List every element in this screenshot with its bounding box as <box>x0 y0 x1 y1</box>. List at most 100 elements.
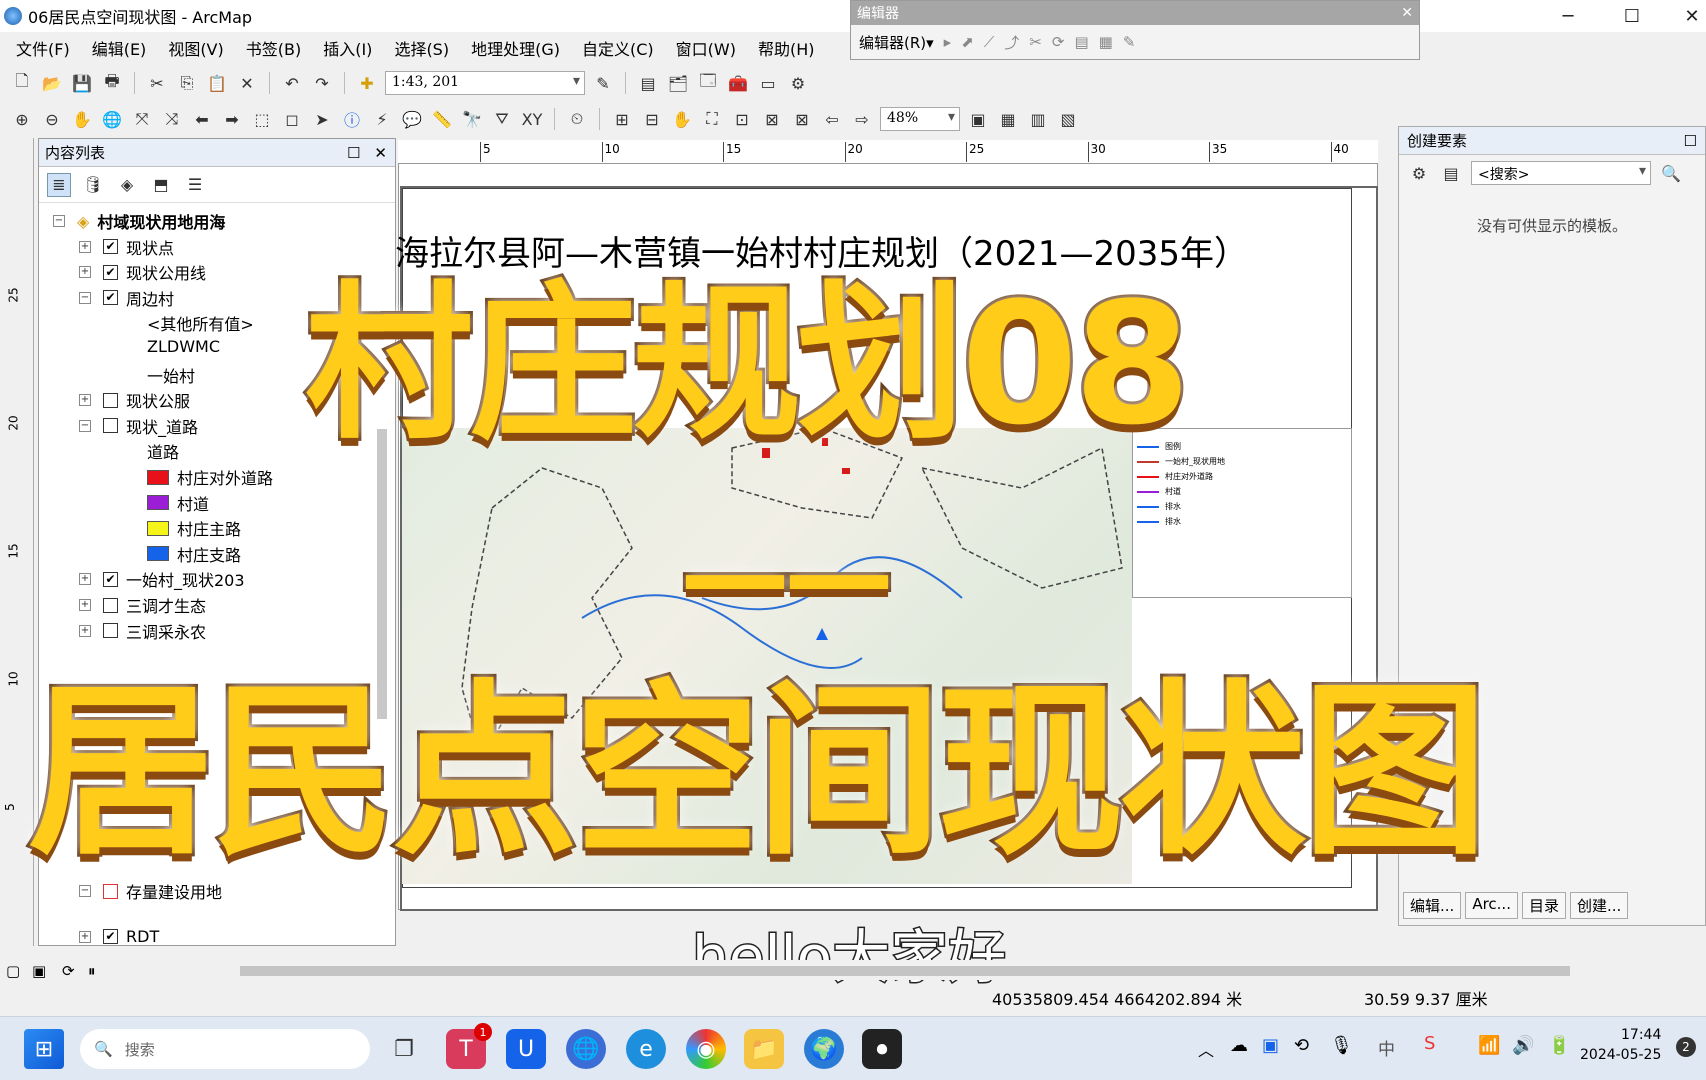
layer-item[interactable]: 村庄支路 <box>147 542 241 566</box>
html-popup-icon[interactable]: 💬 <box>400 107 424 131</box>
expand-collapse-icon[interactable]: + <box>79 599 91 611</box>
teams-icon[interactable]: T1 <box>446 1023 492 1069</box>
menu-item-0[interactable]: 文件(F) <box>16 36 70 60</box>
layer-visibility-checkbox[interactable] <box>103 418 118 434</box>
layer-item[interactable]: 村道 <box>147 491 209 515</box>
redo-icon[interactable]: ↷ <box>310 71 334 95</box>
find-icon[interactable]: 🔭 <box>460 107 484 131</box>
copy-icon[interactable]: ⎘ <box>175 71 199 95</box>
layer-visibility-checkbox[interactable] <box>103 597 118 613</box>
delete-icon[interactable]: ✕ <box>235 71 259 95</box>
layer-visibility-checkbox[interactable]: ✔ <box>103 571 118 587</box>
dock-tab[interactable]: 创建... <box>1569 892 1629 919</box>
dock-tab[interactable]: 编辑... <box>1403 892 1462 919</box>
menu-item-6[interactable]: 地理处理(G) <box>471 36 560 60</box>
edit-annotation-icon[interactable]: ⬈ <box>961 33 974 51</box>
close-icon[interactable]: ✕ <box>1401 5 1413 21</box>
forward-extent-icon[interactable]: ➡ <box>220 107 244 131</box>
layout-zoom-in-icon[interactable]: ⊞ <box>610 107 634 131</box>
close-button[interactable]: ✕ <box>1664 0 1706 32</box>
add-data-icon[interactable]: ✚ <box>355 71 379 95</box>
save-icon[interactable]: 💾 <box>70 71 94 95</box>
create-features-icon[interactable]: ✎ <box>1123 33 1136 51</box>
undo-icon[interactable]: ↶ <box>280 71 304 95</box>
attributes-icon[interactable]: ▤ <box>1074 33 1088 51</box>
zoom-whole-page-icon[interactable]: ⛶ <box>700 107 724 131</box>
change-layout-icon[interactable]: ▥ <box>1026 107 1050 131</box>
pause-drawing-icon[interactable]: ⏸ <box>88 962 96 980</box>
editor-toolbar-icon[interactable]: ✎ <box>591 71 615 95</box>
edit-tool-icon[interactable]: ▸ <box>944 33 952 51</box>
select-features-icon[interactable]: ⬚ <box>250 107 274 131</box>
layer-item[interactable]: − 现状_道路 <box>79 414 198 438</box>
measure-icon[interactable]: 📏 <box>430 107 454 131</box>
organize-templates-icon[interactable]: ⚙ <box>1407 161 1431 185</box>
file-explorer-icon[interactable]: 📁 <box>744 1029 784 1069</box>
arctoolbox-icon[interactable]: 🧰 <box>726 71 750 95</box>
split-icon[interactable]: ✂ <box>1029 33 1042 51</box>
chrome-icon[interactable]: ◉ <box>686 1029 726 1069</box>
list-by-selection-icon[interactable]: ⬒ <box>149 173 173 197</box>
sketch-properties-icon[interactable]: ▦ <box>1099 33 1113 51</box>
taskbar-search-box[interactable]: 🔍 搜索 <box>80 1029 370 1069</box>
paste-icon[interactable]: 📋 <box>205 71 229 95</box>
layer-visibility-checkbox[interactable] <box>103 392 118 408</box>
scroll-thumb[interactable] <box>240 966 1570 976</box>
layout-zoom-out-icon[interactable]: ⊟ <box>640 107 664 131</box>
layout-pan-icon[interactable]: ✋ <box>670 107 694 131</box>
battery-icon[interactable]: 🔋 <box>1548 1035 1570 1056</box>
data-view-icon[interactable]: ▢ <box>6 962 20 980</box>
layer-item[interactable]: ZLDWMC <box>147 337 220 356</box>
expand-collapse-icon[interactable]: + <box>79 240 91 253</box>
dock-tab[interactable]: Arc... <box>1465 892 1518 919</box>
menu-item-1[interactable]: 编辑(E) <box>92 36 147 60</box>
hyperlink-icon[interactable]: ⚡ <box>370 107 394 131</box>
onedrive-icon[interactable]: ☁ <box>1230 1035 1248 1056</box>
print-icon[interactable]: 🖶 <box>100 71 124 95</box>
globe-icon[interactable]: 🌐 <box>566 1029 606 1069</box>
layer-item[interactable]: − ✔ 周边村 <box>79 286 174 310</box>
layer-visibility-checkbox[interactable]: ✔ <box>103 239 118 255</box>
layer-item[interactable]: + 现状公服 <box>79 388 190 412</box>
menu-item-5[interactable]: 选择(S) <box>394 36 449 60</box>
template-view-icon[interactable]: ▤ <box>1439 161 1463 185</box>
microphone-icon[interactable]: 🎙 <box>1330 1035 1353 1056</box>
arcmap-taskbar-icon[interactable]: 🌍 <box>804 1029 844 1069</box>
go-to-xy-icon[interactable]: XY <box>520 107 544 131</box>
menu-item-3[interactable]: 书签(B) <box>246 36 301 60</box>
layer-visibility-checkbox[interactable]: ✔ <box>103 929 118 944</box>
list-by-visibility-icon[interactable]: ◈ <box>115 173 139 197</box>
search-icon[interactable]: 🔍 <box>1659 161 1683 185</box>
model-builder-icon[interactable]: ⚙ <box>786 71 810 95</box>
layer-item[interactable]: 村庄对外道路 <box>147 465 273 489</box>
expand-collapse-icon[interactable]: − <box>79 291 91 304</box>
menu-item-9[interactable]: 帮助(H) <box>758 36 815 60</box>
map-scale-select[interactable]: 1:43, 201 <box>385 71 585 95</box>
maximize-button[interactable]: ☐ <box>1604 0 1660 32</box>
select-elements-icon[interactable]: ➤ <box>310 107 334 131</box>
clear-selection-icon[interactable]: ◻ <box>280 107 304 131</box>
layer-item[interactable]: + ✔ 一始村_现状203 <box>79 567 245 591</box>
fixed-zoom-in-layout-icon[interactable]: ⊠ <box>760 107 784 131</box>
find-route-icon[interactable]: ⛛ <box>490 107 514 131</box>
menu-item-4[interactable]: 插入(I) <box>323 36 372 60</box>
expand-collapse-icon[interactable]: + <box>79 266 91 279</box>
toggle-draft-icon[interactable]: ▣ <box>966 107 990 131</box>
app-tray-icon[interactable]: ▣ <box>1262 1035 1279 1056</box>
layer-visibility-checkbox[interactable]: ✔ <box>103 264 118 280</box>
layer-item[interactable]: + ✔ 现状点 <box>79 235 174 259</box>
shield-icon[interactable]: U <box>506 1029 546 1069</box>
expand-collapse-icon[interactable]: + <box>79 394 91 407</box>
expand-collapse-icon[interactable]: − <box>53 215 65 227</box>
layer-item[interactable]: − ◈ 村域现状用地用海 <box>53 209 225 233</box>
rotate-icon[interactable]: ⟳ <box>1052 33 1065 51</box>
horizontal-scrollbar[interactable]: ▢ ▣ ⟳ ⏸ <box>0 960 1706 980</box>
cut-icon[interactable]: ✂ <box>145 71 169 95</box>
ime-indicator[interactable]: 中 <box>1378 1035 1395 1060</box>
expand-collapse-icon[interactable]: − <box>79 419 91 432</box>
pan-icon[interactable]: ✋ <box>70 107 94 131</box>
minimize-button[interactable]: ─ <box>1540 0 1596 32</box>
sogou-input-icon[interactable]: S <box>1424 1033 1435 1054</box>
dock-tab[interactable]: 目录 <box>1521 892 1566 919</box>
layer-item[interactable]: + ✔ RDT <box>79 927 159 946</box>
